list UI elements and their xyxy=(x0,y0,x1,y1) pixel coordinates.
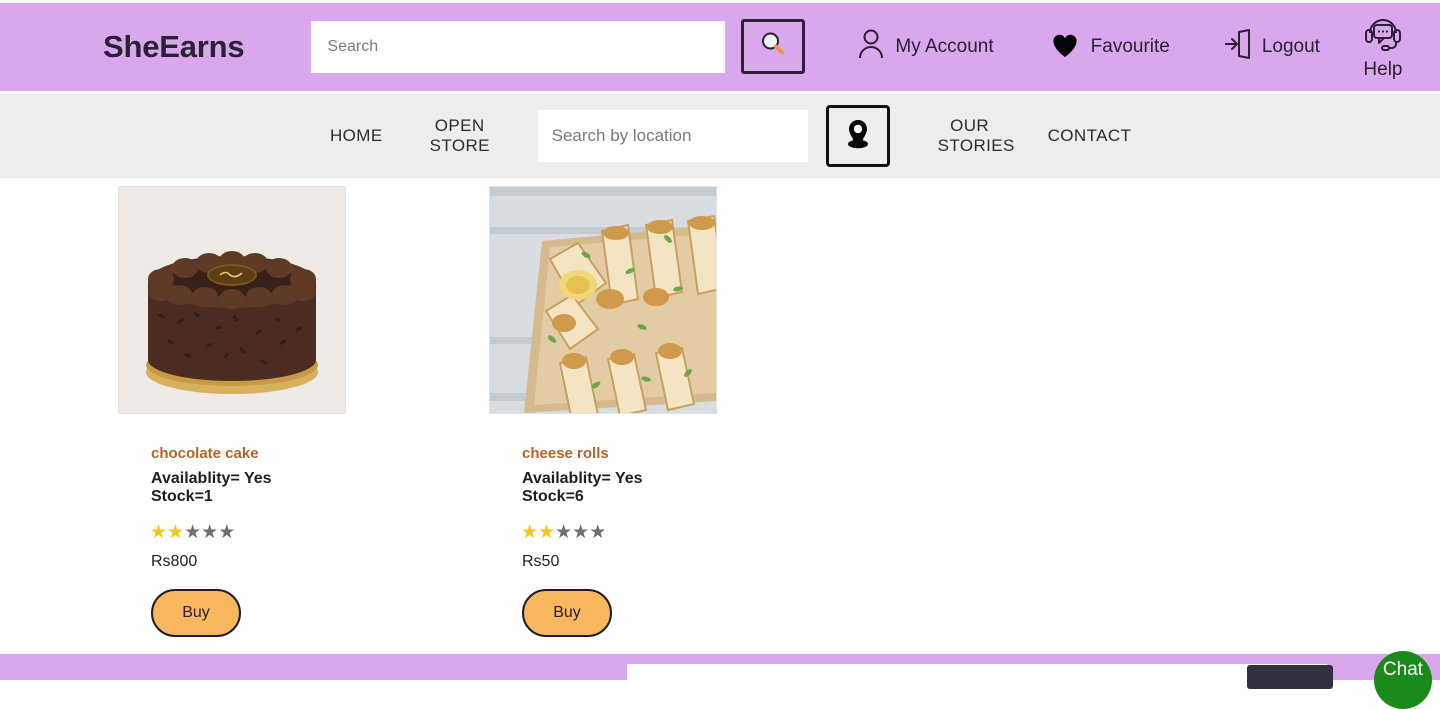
site-header: SheEarns My Account xyxy=(0,3,1440,91)
chat-button[interactable]: Chat xyxy=(1374,651,1432,709)
brand-logo[interactable]: SheEarns xyxy=(103,29,244,65)
product-image-cheese-rolls[interactable] xyxy=(489,186,717,414)
user-icon xyxy=(857,28,885,66)
product-rating[interactable]: ★★★★★ xyxy=(150,521,487,544)
nav-item-open-store[interactable]: OPEN STORE xyxy=(430,116,490,156)
product-name: chocolate cake xyxy=(151,445,487,462)
site-footer xyxy=(0,654,1440,680)
footer-input[interactable] xyxy=(627,664,1327,690)
location-search-button[interactable] xyxy=(826,105,890,167)
nav-item-our-stories[interactable]: OUR STORIES xyxy=(938,116,1002,156)
star-empty-4: ★ xyxy=(572,522,589,543)
nav-our-stories-line2: STORIES xyxy=(938,136,1002,156)
footer-submit-button[interactable] xyxy=(1247,665,1333,689)
product-rating[interactable]: ★★★★★ xyxy=(521,521,856,544)
product-grid: chocolate cake Availablity= Yes Stock=1 … xyxy=(0,186,1440,637)
my-account-label: My Account xyxy=(895,36,993,58)
product-stock-line: Stock=1 xyxy=(151,488,487,506)
product-price: Rs50 xyxy=(522,553,856,571)
star-empty-3: ★ xyxy=(184,522,201,543)
product-name: cheese rolls xyxy=(522,445,856,462)
magnifier-icon xyxy=(758,29,788,64)
star-filled-1: ★ xyxy=(521,522,538,543)
favourite-label: Favourite xyxy=(1091,36,1170,58)
search-button[interactable] xyxy=(741,19,805,74)
product-availability-line: Availablity= Yes xyxy=(151,470,487,488)
star-empty-5: ★ xyxy=(589,522,606,543)
headset-icon xyxy=(1362,13,1404,57)
star-filled-2: ★ xyxy=(167,522,184,543)
nav-item-home[interactable]: HOME xyxy=(330,126,383,146)
product-image-chocolate-cake[interactable] xyxy=(118,186,346,414)
header-actions: My Account Favourite Logout xyxy=(833,13,1404,81)
map-pin-icon xyxy=(843,117,873,156)
main-navigation: HOME OPEN STORE OUR STORIES CONTACT xyxy=(0,94,1440,178)
header-search-group xyxy=(311,21,725,73)
product-availability: Availablity= Yes Stock=6 xyxy=(522,470,856,506)
star-filled-2: ★ xyxy=(538,522,555,543)
logout-label: Logout xyxy=(1262,36,1320,58)
star-empty-4: ★ xyxy=(201,522,218,543)
logout-button[interactable]: Logout xyxy=(1222,28,1320,66)
product-stock-line: Stock=6 xyxy=(522,488,856,506)
location-search-input[interactable] xyxy=(538,110,808,162)
logout-icon xyxy=(1222,28,1252,66)
product-card[interactable]: cheese rolls Availablity= Yes Stock=6 ★★… xyxy=(487,186,856,637)
star-empty-5: ★ xyxy=(218,522,235,543)
nav-our-stories-line1: OUR xyxy=(938,116,1002,136)
product-availability: Availablity= Yes Stock=1 xyxy=(151,470,487,506)
star-empty-3: ★ xyxy=(555,522,572,543)
nav-item-contact[interactable]: CONTACT xyxy=(1048,126,1132,146)
chat-label: Chat xyxy=(1383,659,1423,681)
buy-button[interactable]: Buy xyxy=(151,589,241,637)
location-search-group xyxy=(538,105,890,167)
product-price: Rs800 xyxy=(151,553,487,571)
buy-button[interactable]: Buy xyxy=(522,589,612,637)
help-button[interactable]: Help xyxy=(1362,13,1404,81)
star-filled-1: ★ xyxy=(150,522,167,543)
favourite-button[interactable]: Favourite xyxy=(1049,29,1170,65)
search-input[interactable] xyxy=(311,21,725,73)
nav-open-store-line1: OPEN xyxy=(430,116,490,136)
help-label: Help xyxy=(1363,59,1402,81)
nav-open-store-line2: STORE xyxy=(430,136,490,156)
product-availability-line: Availablity= Yes xyxy=(522,470,856,488)
my-account-button[interactable]: My Account xyxy=(857,28,993,66)
product-card[interactable]: chocolate cake Availablity= Yes Stock=1 … xyxy=(118,186,487,637)
heart-icon xyxy=(1049,29,1081,65)
